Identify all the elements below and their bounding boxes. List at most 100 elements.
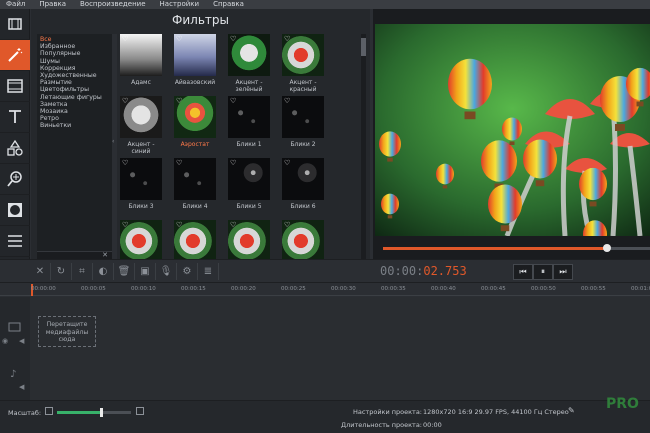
filter-thumbnail: ♡ bbox=[174, 220, 216, 259]
menu-item[interactable]: Воспроизведение bbox=[80, 0, 146, 9]
filter-tile[interactable]: ♡ Блики 2 bbox=[282, 96, 324, 148]
zoom-in-button[interactable] bbox=[136, 407, 144, 415]
video-frame bbox=[375, 24, 650, 236]
color-adjust-icon[interactable]: ◐ bbox=[93, 263, 114, 280]
toolbar-button[interactable] bbox=[0, 226, 30, 257]
preview-seek-bar[interactable] bbox=[383, 244, 650, 252]
video-track-icon bbox=[8, 322, 21, 332]
filter-category-item[interactable]: Виньетки bbox=[40, 122, 109, 129]
favorite-heart-icon[interactable]: ♡ bbox=[176, 35, 182, 43]
filter-thumbnail: ♡ bbox=[174, 96, 216, 138]
favorite-heart-icon[interactable]: ♡ bbox=[284, 97, 290, 105]
filter-category-item[interactable]: Избранное bbox=[40, 43, 109, 50]
favorite-heart-icon[interactable]: ♡ bbox=[284, 35, 290, 43]
favorite-heart-icon[interactable]: ♡ bbox=[176, 97, 182, 105]
equalizer-icon[interactable]: ≣ bbox=[198, 263, 219, 280]
toolbar-button[interactable] bbox=[0, 71, 30, 102]
toolbar-button[interactable] bbox=[0, 102, 30, 133]
pause-button[interactable]: ⏸ bbox=[533, 264, 553, 280]
scrollbar-thumb[interactable] bbox=[361, 38, 366, 56]
media-drop-zone[interactable]: Перетащите медиафайлы сюда bbox=[38, 316, 96, 347]
edit-settings-icon[interactable]: ✎ bbox=[568, 406, 575, 415]
favorite-heart-icon[interactable]: ♡ bbox=[284, 159, 290, 167]
favorite-heart-icon[interactable]: ♡ bbox=[230, 221, 236, 229]
delete-icon[interactable]: 🗑 bbox=[114, 263, 135, 280]
timeline-tick-label: 00:00:25 bbox=[281, 286, 306, 292]
favorite-heart-icon[interactable]: ♡ bbox=[230, 35, 236, 43]
filter-tile[interactable]: ♡ Блики 6 bbox=[282, 158, 324, 210]
menu-item[interactable]: Справка bbox=[213, 0, 244, 9]
filter-tile[interactable]: ♡ Блики 1 bbox=[228, 96, 270, 148]
filter-tile[interactable]: ♡ Айвазовский bbox=[174, 34, 216, 86]
favorite-heart-icon[interactable]: ♡ bbox=[230, 97, 236, 105]
filter-category-item[interactable]: Художественные bbox=[40, 72, 109, 79]
filter-tile[interactable]: ♡ Аэростат bbox=[174, 96, 216, 148]
favorite-heart-icon[interactable]: ♡ bbox=[122, 35, 128, 43]
filter-category-item[interactable]: Заметка bbox=[40, 101, 109, 108]
filter-category-item[interactable]: Летающие фигуры bbox=[40, 94, 109, 101]
zoom-slider-handle[interactable] bbox=[100, 408, 104, 417]
filter-category-item[interactable]: Коррекция bbox=[40, 65, 109, 72]
timeline-tracks[interactable]: ◉ ◀ ♪ ◀ Перетащите медиафайлы сюда bbox=[0, 297, 650, 400]
filter-tile[interactable]: ♡ bbox=[228, 220, 270, 259]
filter-category-item[interactable]: Цветофильтры bbox=[40, 86, 109, 93]
toolbar-button[interactable] bbox=[0, 9, 30, 40]
previous-frame-button[interactable]: ⏮ bbox=[513, 264, 533, 280]
left-toolbar bbox=[0, 9, 30, 259]
filter-thumbnail: ♡ bbox=[228, 220, 270, 259]
timeline-tick-label: 00:00:30 bbox=[331, 286, 356, 292]
gear-icon[interactable]: ⚙ bbox=[177, 263, 198, 280]
filter-label: Адамс bbox=[131, 79, 151, 86]
clear-search-icon[interactable]: ✕ bbox=[102, 251, 108, 259]
cut-icon[interactable]: ✕ bbox=[30, 263, 51, 280]
favorite-heart-icon[interactable]: ♡ bbox=[122, 159, 128, 167]
menu-item[interactable]: Правка bbox=[39, 0, 66, 9]
filter-category-item[interactable]: Ретро bbox=[40, 115, 109, 122]
filter-tile[interactable]: ♡ bbox=[282, 220, 324, 259]
filter-tile[interactable]: ♡ Акцент - синий bbox=[120, 96, 162, 155]
filter-tile[interactable]: ♡ bbox=[120, 220, 162, 259]
category-search-field[interactable]: ✕ bbox=[37, 251, 112, 259]
filter-category-item[interactable]: Популярные bbox=[40, 50, 109, 57]
favorite-heart-icon[interactable]: ♡ bbox=[122, 97, 128, 105]
favorite-heart-icon[interactable]: ♡ bbox=[284, 221, 290, 229]
image-icon[interactable]: ▣ bbox=[135, 263, 156, 280]
next-frame-button[interactable]: ⏭ bbox=[553, 264, 573, 280]
favorite-heart-icon[interactable]: ♡ bbox=[176, 159, 182, 167]
toolbar-button[interactable] bbox=[0, 133, 30, 164]
timeline-ruler[interactable]: 00:00:00 00:00:05 00:00:10 00:00:15 00:00:20… bbox=[0, 284, 650, 296]
filter-tile[interactable]: ♡ bbox=[174, 220, 216, 259]
filter-tile[interactable]: ♡ Акцент - зелёный bbox=[228, 34, 270, 93]
status-bar: Масштаб: Настройки проекта: 1280x720 16:… bbox=[0, 400, 650, 433]
menu-item[interactable]: Настройки bbox=[160, 0, 200, 9]
filter-tile[interactable]: ♡ Блики 5 bbox=[228, 158, 270, 210]
favorite-heart-icon[interactable]: ♡ bbox=[122, 221, 128, 229]
menu-item[interactable]: Файл bbox=[6, 0, 25, 9]
favorite-heart-icon[interactable]: ♡ bbox=[176, 221, 182, 229]
filter-tile[interactable]: ♡ Блики 3 bbox=[120, 158, 162, 210]
toolbar-button[interactable] bbox=[0, 164, 30, 195]
toolbar-button[interactable] bbox=[0, 40, 30, 71]
timeline-tick-label: 00:00:55 bbox=[581, 286, 606, 292]
filter-grid-scrollbar[interactable] bbox=[361, 34, 366, 259]
filter-tile[interactable]: ♡ Блики 4 bbox=[174, 158, 216, 210]
microphone-icon[interactable]: 🎙 bbox=[156, 263, 177, 280]
filter-label: Акцент - зелёный bbox=[235, 79, 263, 93]
collapse-category-handle[interactable]: ‹ bbox=[112, 34, 117, 259]
filter-thumbnail: ♡ bbox=[228, 96, 270, 138]
filter-category-item[interactable]: Размытие bbox=[40, 79, 109, 86]
filter-tile[interactable]: ♡ Адамс bbox=[120, 34, 162, 86]
filter-tile[interactable]: ♡ Акцент - красный bbox=[282, 34, 324, 93]
seek-handle[interactable] bbox=[603, 244, 612, 252]
zoom-slider[interactable] bbox=[57, 408, 131, 417]
filter-category-item[interactable]: Шумы bbox=[40, 58, 109, 65]
rotate-icon[interactable]: ↻ bbox=[51, 263, 72, 280]
favorite-heart-icon[interactable]: ♡ bbox=[230, 159, 236, 167]
filter-label: Блики 4 bbox=[182, 203, 208, 210]
toolbar-button[interactable] bbox=[0, 195, 30, 226]
zoom-out-button[interactable] bbox=[45, 407, 53, 415]
player-preview bbox=[373, 9, 650, 259]
crop-icon[interactable]: ⌗ bbox=[72, 263, 93, 280]
film-clip-icon bbox=[8, 18, 22, 30]
filter-category-item[interactable]: Мозаика bbox=[40, 108, 109, 115]
